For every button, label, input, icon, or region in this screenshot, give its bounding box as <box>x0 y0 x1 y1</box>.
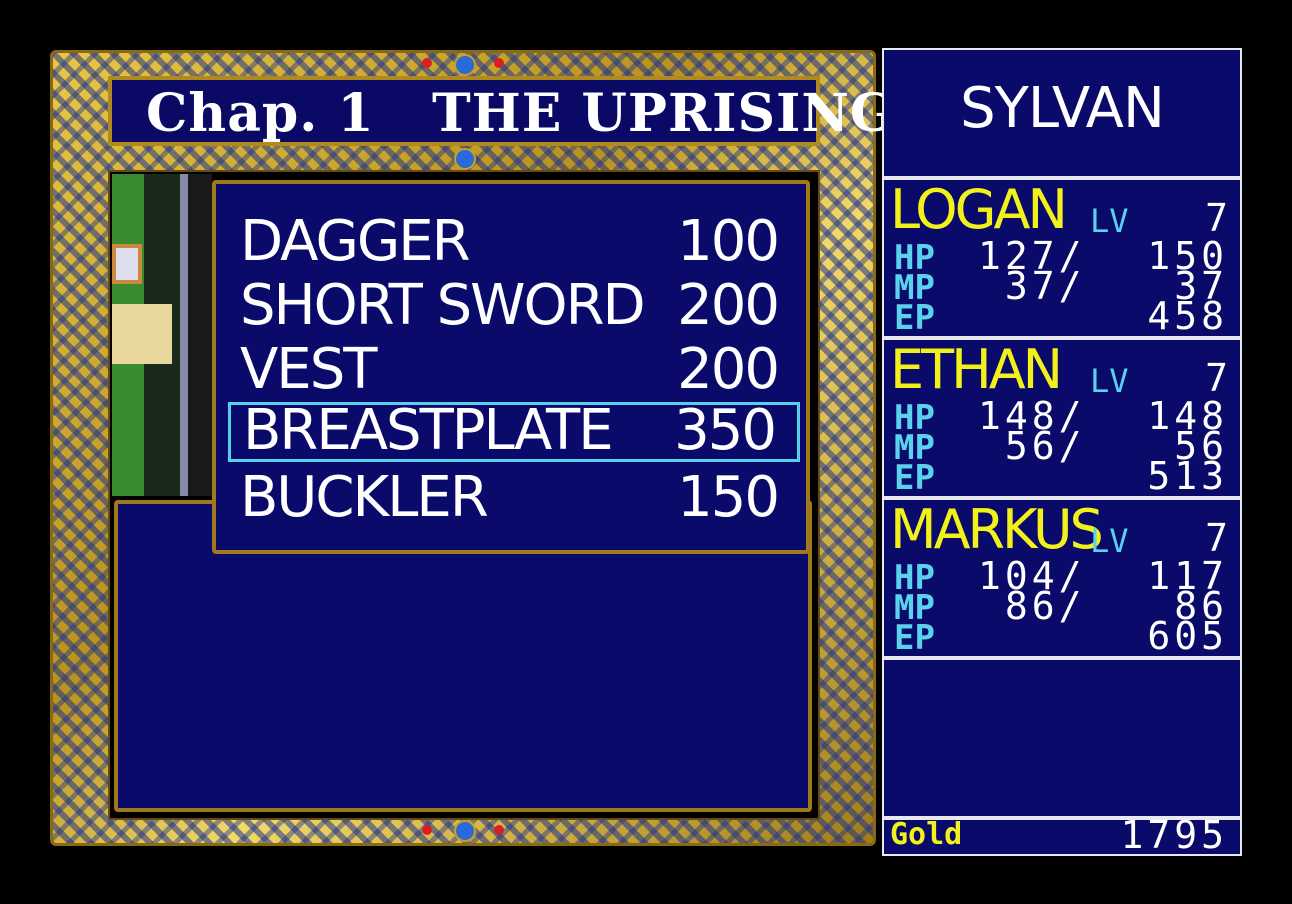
shop-item[interactable]: DAGGER 100 <box>228 212 800 272</box>
blue-gem-bottom <box>454 820 476 842</box>
item-price: 200 <box>677 337 780 402</box>
item-price: 350 <box>674 398 777 463</box>
item-price: 150 <box>677 465 780 530</box>
ep-row: EP 458 <box>894 297 1228 338</box>
gold-panel: Gold 1795 <box>882 813 1242 857</box>
level-label: LV <box>1090 362 1129 400</box>
level-value: 7 <box>1205 516 1228 560</box>
red-gem-bottom-right <box>494 825 504 835</box>
item-name: VEST <box>240 337 377 402</box>
level-label: LV <box>1090 202 1129 240</box>
ep-row: EP 605 <box>894 617 1228 658</box>
shop-item-selected[interactable]: BREASTPLATE 350 <box>228 402 800 462</box>
empty-party-slot <box>882 658 1242 818</box>
sand-tile <box>112 304 172 364</box>
blue-gem-top <box>454 54 476 76</box>
ep-value: 513 <box>1147 454 1228 498</box>
red-gem-top-left <box>422 58 432 68</box>
level-value: 7 <box>1205 356 1228 400</box>
mp-current: 37/ <box>978 264 1086 308</box>
item-name: SHORT SWORD <box>240 273 646 338</box>
shop-item[interactable]: VEST 200 <box>228 340 800 400</box>
character-name: ETHAN <box>890 338 1063 401</box>
ep-label: EP <box>894 298 935 338</box>
ep-label: EP <box>894 618 935 658</box>
location-name: SYLVAN <box>960 76 1165 141</box>
character-name: LOGAN <box>890 178 1068 241</box>
red-gem-top-right <box>494 58 504 68</box>
level-label: LV <box>1090 522 1129 560</box>
shop-item[interactable]: BUCKLER 150 <box>228 468 800 528</box>
item-name: BREASTPLATE <box>243 398 614 463</box>
red-gem-bottom-left <box>422 825 432 835</box>
hut-sprite <box>112 244 142 284</box>
item-name: BUCKLER <box>240 465 489 530</box>
item-price: 200 <box>677 273 780 338</box>
shop-menu: DAGGER 100 SHORT SWORD 200 VEST 200 BREA… <box>212 180 810 554</box>
ep-value: 458 <box>1147 294 1228 338</box>
ep-label: EP <box>894 458 935 498</box>
blue-gem-middle <box>454 148 476 170</box>
location-panel: SYLVAN <box>882 48 1242 178</box>
town-scene <box>112 174 212 496</box>
level-value: 7 <box>1205 196 1228 240</box>
party-member-panel[interactable]: LOGAN LV 7 HP 127/ 150 MP 37/ 37 EP 458 <box>882 178 1242 338</box>
mp-current: 56/ <box>978 424 1086 468</box>
ep-row: EP 513 <box>894 457 1228 498</box>
item-price: 100 <box>677 209 780 274</box>
party-member-panel[interactable]: ETHAN LV 7 HP 148/ 148 MP 56/ 56 EP 513 <box>882 338 1242 498</box>
chapter-title: Chap. 1 THE UPRISING <box>146 83 896 144</box>
chapter-title-bar: Chap. 1 THE UPRISING <box>108 76 894 146</box>
gold-label: Gold <box>890 817 963 852</box>
gold-value: 1795 <box>1120 813 1228 857</box>
shop-item[interactable]: SHORT SWORD 200 <box>228 276 800 336</box>
item-name: DAGGER <box>240 209 471 274</box>
ep-value: 605 <box>1147 614 1228 658</box>
mp-current: 86/ <box>978 584 1086 628</box>
party-member-panel[interactable]: MARKUS LV 7 HP 104/ 117 MP 86/ 86 EP 605 <box>882 498 1242 658</box>
character-name: MARKUS <box>890 498 1104 561</box>
